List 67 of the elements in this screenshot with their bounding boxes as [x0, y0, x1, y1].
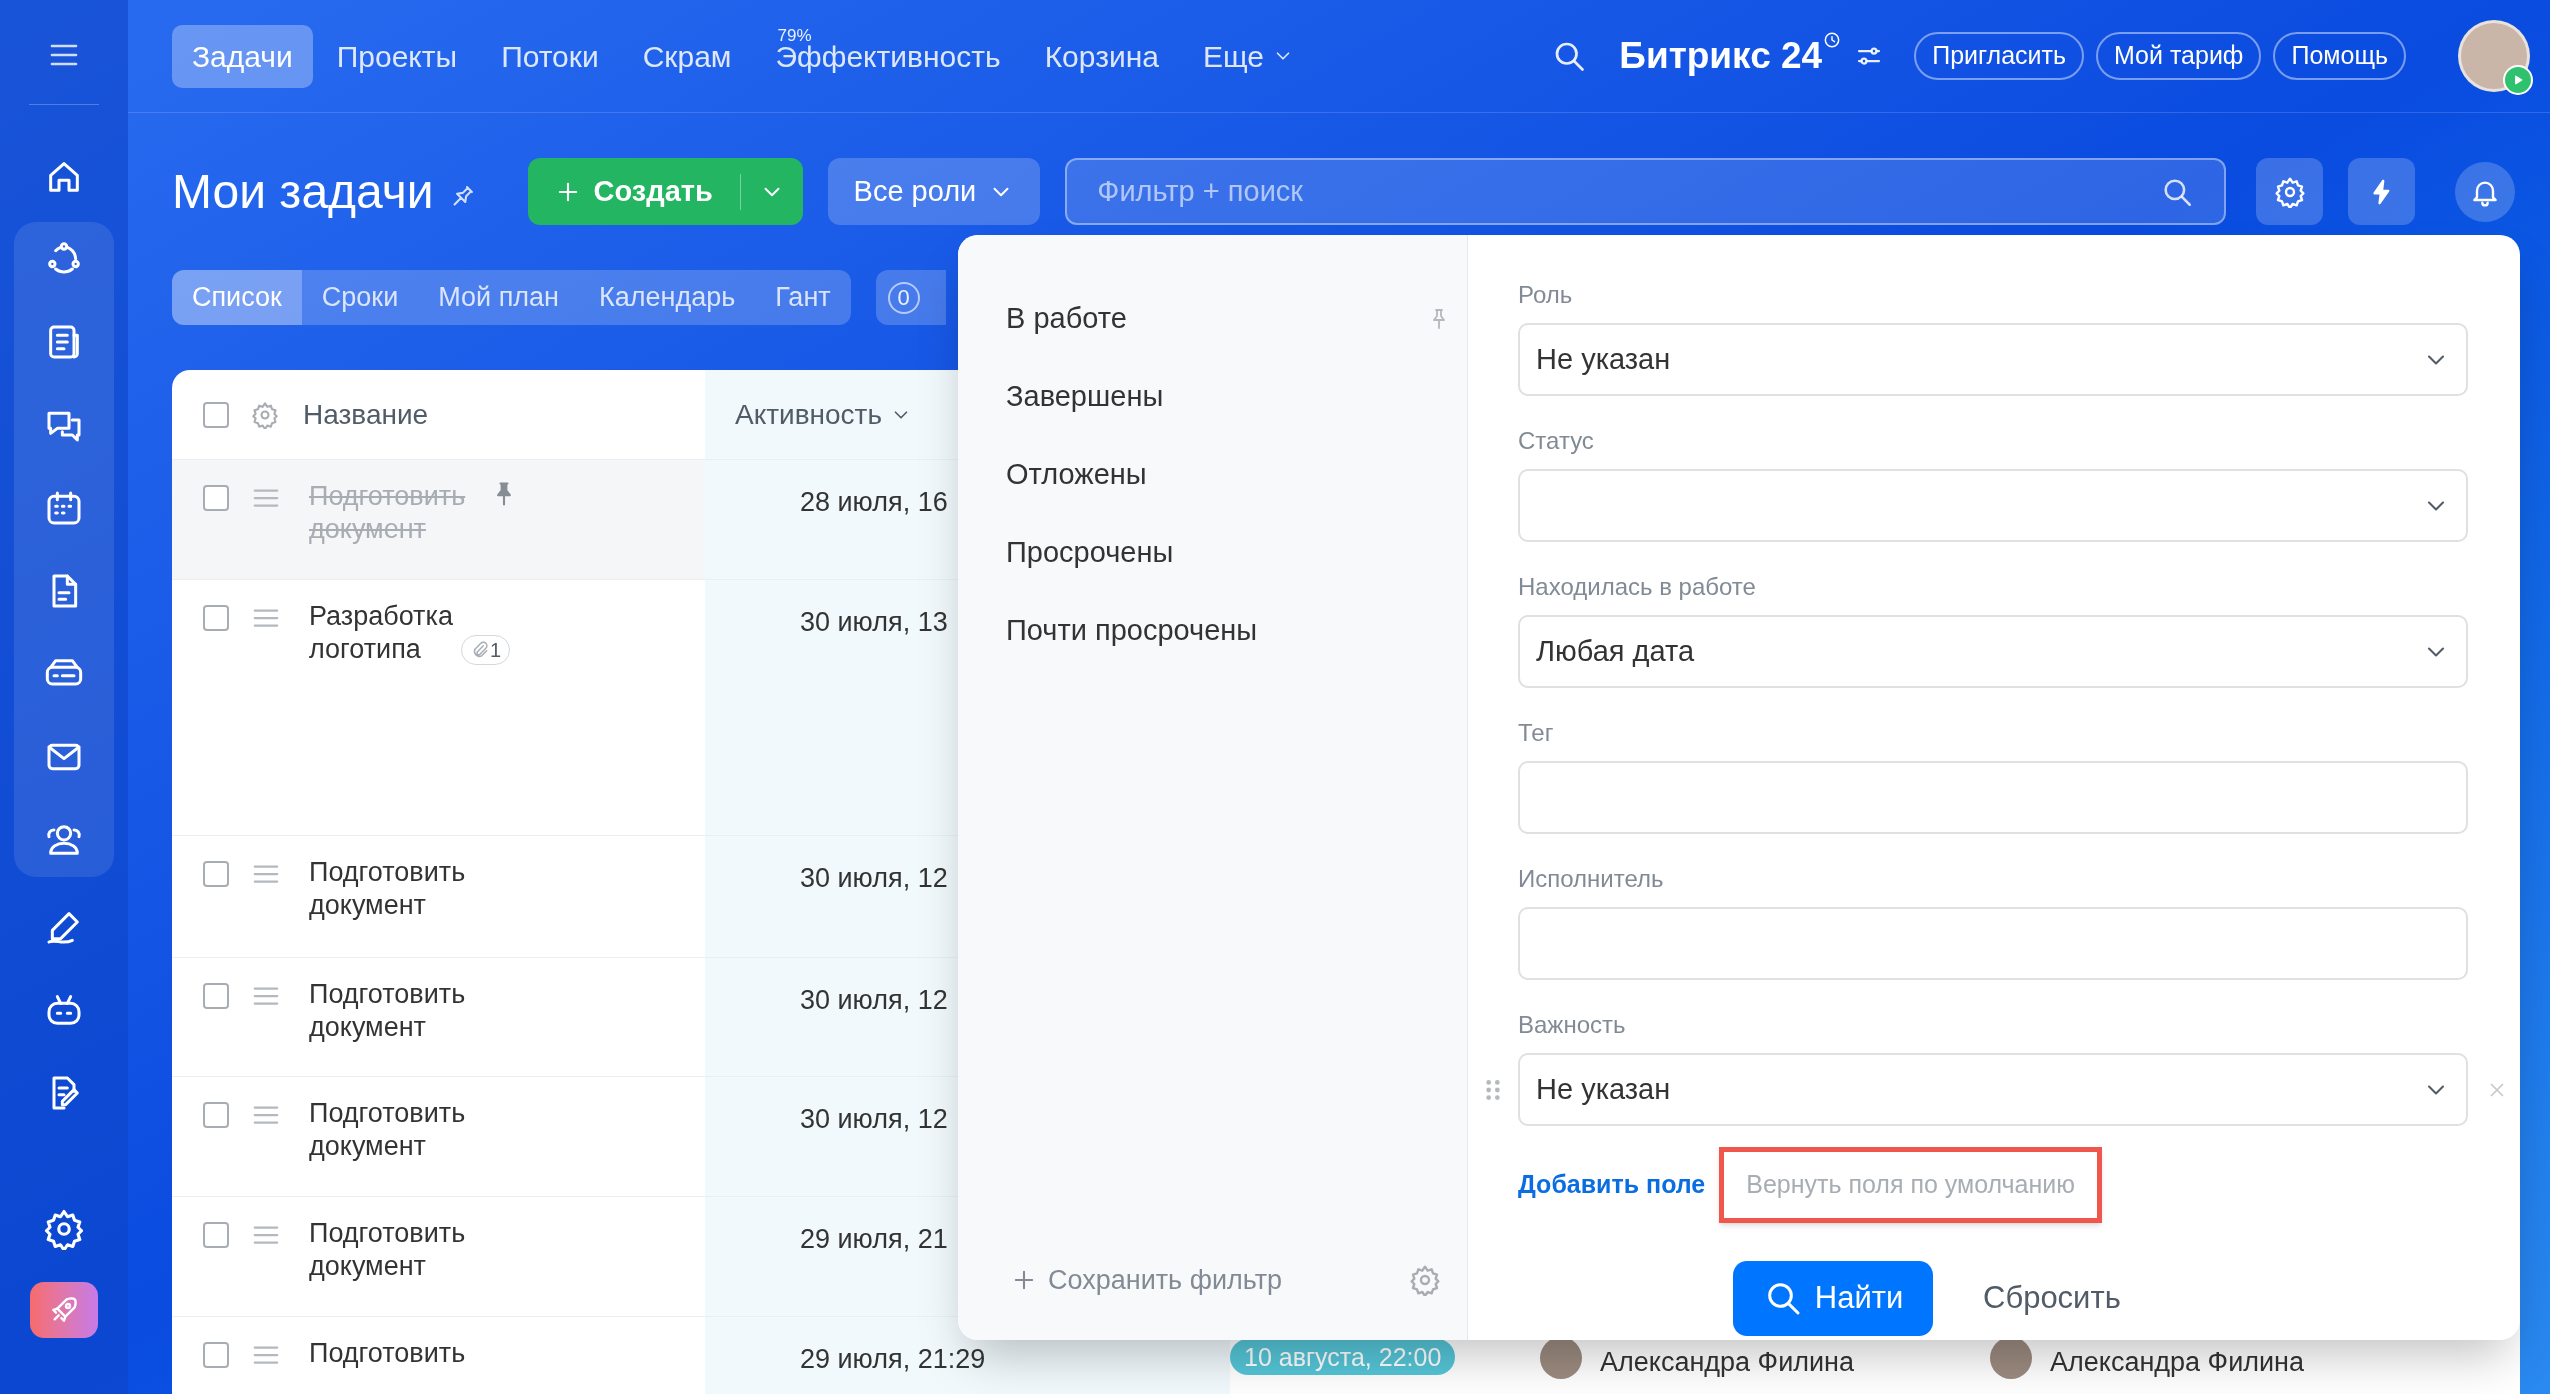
text-input-field[interactable]: [1518, 761, 2468, 834]
add-field-link[interactable]: Добавить поле: [1518, 1166, 1706, 1204]
row-checkbox[interactable]: [203, 605, 229, 631]
activity-date: 29 июля, 21: [800, 1224, 948, 1254]
activity-date: 30 июля, 12: [800, 985, 948, 1015]
row-checkbox[interactable]: [203, 983, 229, 1009]
row-checkbox[interactable]: [203, 485, 229, 511]
column-header[interactable]: Активность: [735, 393, 883, 436]
nav-tab[interactable]: Скрам: [622, 24, 752, 88]
logo-text: Битрикс 24: [1619, 34, 1823, 79]
activity-date: 29 июля, 21:29: [800, 1344, 986, 1374]
field-label: Тег: [1518, 718, 1555, 748]
activity-date: 30 июля, 12: [800, 863, 948, 893]
task-name[interactable]: Подготовить документ: [309, 1217, 479, 1283]
lightning-button[interactable]: [2348, 158, 2415, 225]
task-name[interactable]: Подготовить документ: [309, 1097, 479, 1163]
field-label: Исполнитель: [1518, 864, 1665, 894]
task-name[interactable]: Подготовить: [309, 1337, 466, 1370]
row-checkbox[interactable]: [203, 1102, 229, 1128]
nav-tab[interactable]: Корзина: [1024, 24, 1179, 88]
header-button[interactable]: Мой тариф: [2096, 32, 2262, 80]
page-title: Мои задачи: [172, 163, 434, 220]
select-all-checkbox[interactable]: [203, 401, 229, 428]
field-label: Статус: [1518, 426, 1595, 456]
header-button[interactable]: Пригласить: [1914, 32, 2084, 80]
select-field[interactable]: Любая дата: [1518, 615, 2468, 688]
nav-tab[interactable]: Потоки: [481, 24, 619, 88]
user-name[interactable]: Александра Филина: [2050, 1342, 2304, 1383]
task-name[interactable]: Подготовить документ: [309, 856, 479, 922]
save-filter-button[interactable]: Сохранить фильтр: [1010, 1259, 1283, 1300]
user-avatar: [1990, 1337, 2032, 1379]
nav-tab[interactable]: Проекты: [316, 24, 478, 88]
find-button[interactable]: Найти: [1733, 1260, 1933, 1336]
more-label: Еще: [1202, 38, 1264, 75]
counter-badge: 0: [887, 281, 920, 314]
settings-icon: [2273, 175, 2306, 208]
select-field[interactable]: Не указан: [1518, 323, 2468, 396]
row-checkbox[interactable]: [203, 1222, 229, 1248]
select-field[interactable]: Не указан: [1518, 1053, 2468, 1126]
filter-preset[interactable]: Завершены: [1006, 375, 1164, 419]
percentage-label: 79%: [777, 24, 812, 45]
select-field[interactable]: [1518, 469, 2468, 542]
filter-preset[interactable]: Почти просрочены: [1006, 609, 1258, 653]
activity-date: 30 июля, 13: [800, 607, 948, 637]
user-name[interactable]: Александра Филина: [1600, 1342, 1854, 1383]
row-checkbox[interactable]: [203, 861, 229, 887]
deadline-badge: 10 августа, 22:00: [1230, 1339, 1456, 1375]
rocket-button[interactable]: [30, 1282, 98, 1338]
reset-button[interactable]: Сбросить: [1983, 1274, 2121, 1322]
more-menu[interactable]: Еще: [1182, 24, 1314, 88]
activity-date: 30 июля, 12: [800, 1104, 948, 1134]
nav-tab[interactable]: Эффективность 79%: [755, 24, 1021, 88]
filter-preset[interactable]: Отложены: [1006, 453, 1147, 497]
text-input-field[interactable]: [1518, 907, 2468, 980]
filter-preset[interactable]: В работе: [1006, 297, 1127, 341]
row-checkbox[interactable]: [203, 1342, 229, 1368]
settings-button[interactable]: [2256, 158, 2323, 225]
activity-date: 28 июля, 16: [800, 487, 948, 517]
field-label: Находилась в работе: [1518, 572, 1757, 602]
field-label: Роль: [1518, 280, 1574, 310]
column-header: Название: [303, 397, 429, 432]
field-label: Важность: [1518, 1010, 1627, 1040]
roles-dropdown[interactable]: Все роли: [827, 158, 1041, 225]
user-avatar: [1540, 1337, 1582, 1379]
task-name[interactable]: Подготовить документ: [309, 978, 479, 1044]
header-button[interactable]: Помощь: [2273, 32, 2406, 80]
filter-preset[interactable]: Просрочены: [1006, 531, 1174, 575]
